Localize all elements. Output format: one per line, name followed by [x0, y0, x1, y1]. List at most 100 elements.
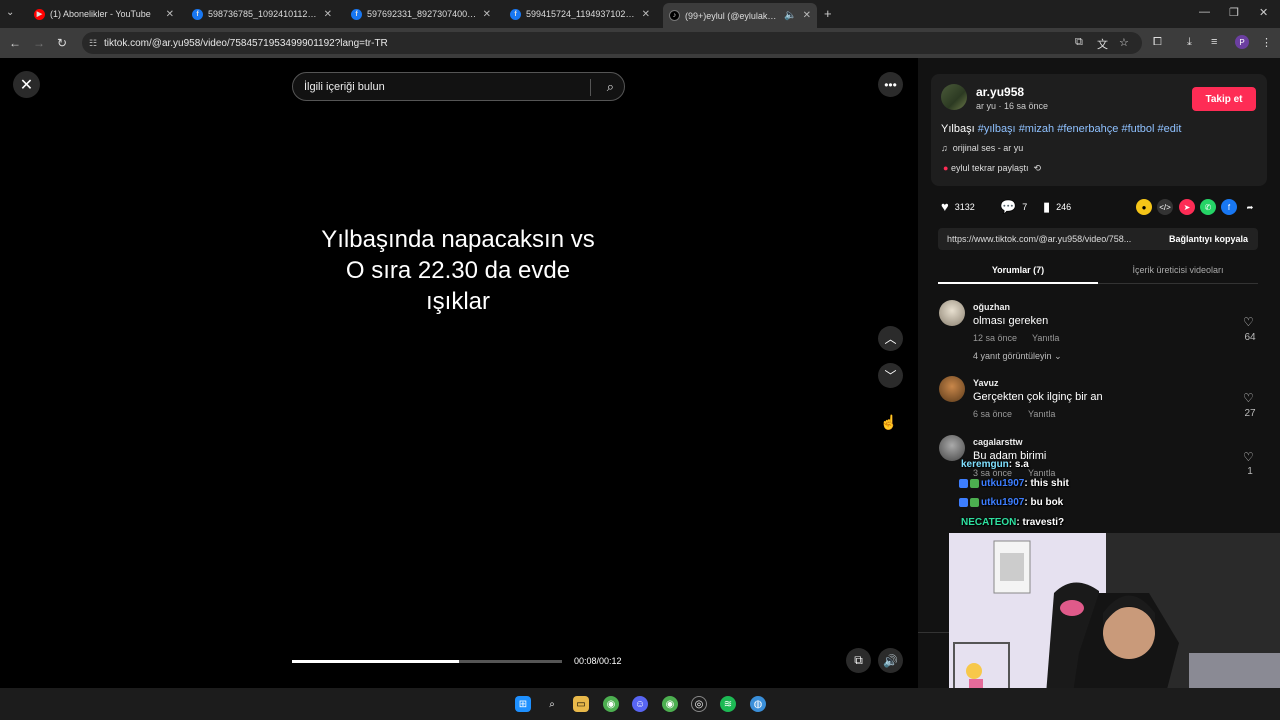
hashtag-link[interactable]: #fenerbahçe	[1057, 123, 1118, 135]
spotify-icon[interactable]: ≋	[720, 696, 736, 712]
chrome-icon[interactable]: ◉	[662, 696, 678, 712]
forward-icon[interactable]: →	[33, 36, 45, 50]
close-tab-icon[interactable]: ✕	[324, 9, 332, 20]
commenter-name[interactable]: Yavuz	[973, 378, 999, 388]
chat-badge-icon	[959, 478, 968, 488]
close-icon: ✕	[19, 76, 34, 94]
reply-button[interactable]: Yanıtla	[1028, 409, 1055, 419]
extensions-icon[interactable]: ⧠	[1153, 36, 1162, 49]
discord-icon[interactable]: ☺	[632, 696, 648, 712]
tab-comments[interactable]: Yorumlar (7)	[938, 258, 1098, 284]
globe-icon[interactable]: ◍	[750, 696, 766, 712]
close-video-button[interactable]: ✕	[13, 71, 40, 98]
minimize-icon[interactable]: —	[1199, 6, 1210, 18]
comment-tabs: Yorumlar (7) İçerik üreticisi videoları	[938, 258, 1258, 284]
back-icon[interactable]: ←	[9, 36, 21, 50]
new-tab-icon[interactable]: +	[824, 6, 832, 21]
url-field[interactable]: ☷ tiktok.com/@ar.yu958/video/75845719534…	[82, 32, 1142, 54]
comment-stat[interactable]: 💬 7	[1000, 199, 1027, 215]
hashtag-link[interactable]: #futbol	[1121, 123, 1154, 135]
chrome-icon[interactable]: ◉	[603, 696, 619, 712]
copy-link-button[interactable]: Bağlantıyı kopyala	[1169, 234, 1248, 244]
next-video-button[interactable]: ﹀	[878, 363, 903, 388]
follow-button[interactable]: Takip et	[1192, 87, 1256, 111]
commenter-avatar[interactable]	[939, 300, 965, 326]
music-row[interactable]: ♫ orijinal ses - ar yu	[941, 143, 1023, 153]
caption-line: ışıklar	[425, 288, 490, 315]
search-placeholder: İlgili içeriği bulun	[304, 80, 385, 93]
reply-button[interactable]: Yanıtla	[1028, 468, 1055, 478]
tab-search-icon[interactable]: ⌄	[6, 7, 14, 18]
close-tab-icon[interactable]: ✕	[642, 9, 650, 20]
tab-facebook-2[interactable]: f 597692331_892730740001645 ✕	[345, 4, 497, 24]
commenter-name[interactable]: cagalarsttw	[973, 437, 1023, 447]
reply-button[interactable]: Yanıtla	[1032, 333, 1059, 343]
close-window-icon[interactable]: ✕	[1259, 6, 1268, 19]
comment-like-icon[interactable]: ♡	[1243, 315, 1254, 329]
search-icon[interactable]: ⌕	[607, 79, 614, 95]
miniplayer-button[interactable]: ⧉	[846, 648, 871, 673]
install-icon[interactable]: ⧉	[1075, 36, 1083, 49]
commenter-avatar[interactable]	[939, 376, 965, 402]
tab-title: 598736785_1092410112963637	[208, 9, 318, 19]
save-stat[interactable]: ▮ 246	[1043, 199, 1071, 215]
previous-video-button[interactable]: ︿	[878, 326, 903, 351]
more-options-button[interactable]: •••	[878, 72, 903, 97]
speaker-icon[interactable]: 🔈	[784, 10, 796, 21]
restore-icon[interactable]: ❐	[1229, 6, 1239, 19]
file-explorer-icon[interactable]: ▭	[573, 696, 589, 712]
close-tab-icon[interactable]: ✕	[803, 10, 811, 21]
comment-like-icon[interactable]: ♡	[1243, 391, 1254, 405]
video-time: 00:08/00:12	[574, 656, 622, 666]
progress-fill	[292, 660, 460, 663]
like-count: 3132	[954, 201, 975, 212]
view-replies-button[interactable]: 4 yanıt görüntüleyin ⌄	[973, 351, 1062, 362]
coin-icon[interactable]: ●	[1136, 199, 1152, 215]
video-player[interactable]	[282, 58, 636, 688]
search-input[interactable]: İlgili içeriği bulun ⌕	[292, 72, 625, 101]
download-icon[interactable]: ⤓	[1187, 36, 1192, 49]
chat-badge-icon	[970, 497, 979, 507]
tab-title: 597692331_892730740001645	[367, 9, 477, 19]
search-divider	[590, 79, 591, 96]
close-tab-icon[interactable]: ✕	[166, 9, 174, 20]
description-text: Yılbaşı	[941, 123, 975, 135]
translate-icon[interactable]: 文	[1097, 36, 1108, 52]
like-stat[interactable]: ♥ 3132	[941, 199, 975, 214]
search-taskbar-icon[interactable]: ⌕	[544, 696, 560, 712]
whatsapp-icon[interactable]: ✆	[1200, 199, 1216, 215]
obs-icon[interactable]: ◎	[691, 696, 707, 712]
media-icon[interactable]: ≡	[1211, 36, 1217, 48]
video-progress-bar[interactable]	[292, 660, 562, 663]
hashtag-link[interactable]: #mizah	[1019, 123, 1054, 135]
chat-badge-icon	[970, 478, 979, 488]
tab-creator-videos[interactable]: İçerik üreticisi videoları	[1098, 258, 1258, 284]
commenter-name[interactable]: oğuzhan	[973, 302, 1010, 312]
author-username[interactable]: ar.yu958	[976, 85, 1024, 99]
tab-facebook-3[interactable]: f 599415724_1194937102604273 ✕	[504, 4, 656, 24]
comment-input-strip[interactable]	[918, 632, 949, 688]
commenter-avatar[interactable]	[939, 435, 965, 461]
author-avatar[interactable]	[941, 84, 967, 110]
hashtag-link[interactable]: #yılbaşı	[978, 123, 1016, 135]
post-description: Yılbaşı #yılbaşı #mizah #fenerbahçe #fut…	[941, 123, 1181, 135]
hashtag-link[interactable]: #edit	[1158, 123, 1182, 135]
tab-youtube[interactable]: ▶ (1) Abonelikler - YouTube ✕	[28, 4, 180, 24]
profile-avatar[interactable]: P	[1235, 35, 1249, 49]
volume-button[interactable]: 🔊	[878, 648, 903, 673]
post-link[interactable]: https://www.tiktok.com/@ar.yu958/video/7…	[947, 234, 1152, 244]
video-caption: Yılbaşında napacaksın vs O sıra 22.30 da…	[300, 224, 616, 317]
tab-facebook-1[interactable]: f 598736785_1092410112963637 ✕	[186, 4, 338, 24]
comment-like-icon[interactable]: ♡	[1243, 450, 1254, 464]
embed-icon[interactable]: </>	[1157, 199, 1173, 215]
share-arrow-icon[interactable]: ➦	[1242, 199, 1258, 215]
bookmark-star-icon[interactable]: ☆	[1119, 36, 1129, 49]
reload-icon[interactable]: ↻	[57, 36, 67, 50]
facebook-share-icon[interactable]: f	[1221, 199, 1237, 215]
send-icon[interactable]: ➤	[1179, 199, 1195, 215]
site-info-icon[interactable]: ☷	[89, 38, 97, 49]
tab-tiktok[interactable]: ♪ (99+)eylul (@eylulakbyik) | 🔈 ✕	[663, 3, 817, 28]
windows-start-icon[interactable]: ⊞	[515, 696, 531, 712]
close-tab-icon[interactable]: ✕	[483, 9, 491, 20]
menu-icon[interactable]: ⋮	[1261, 36, 1272, 49]
